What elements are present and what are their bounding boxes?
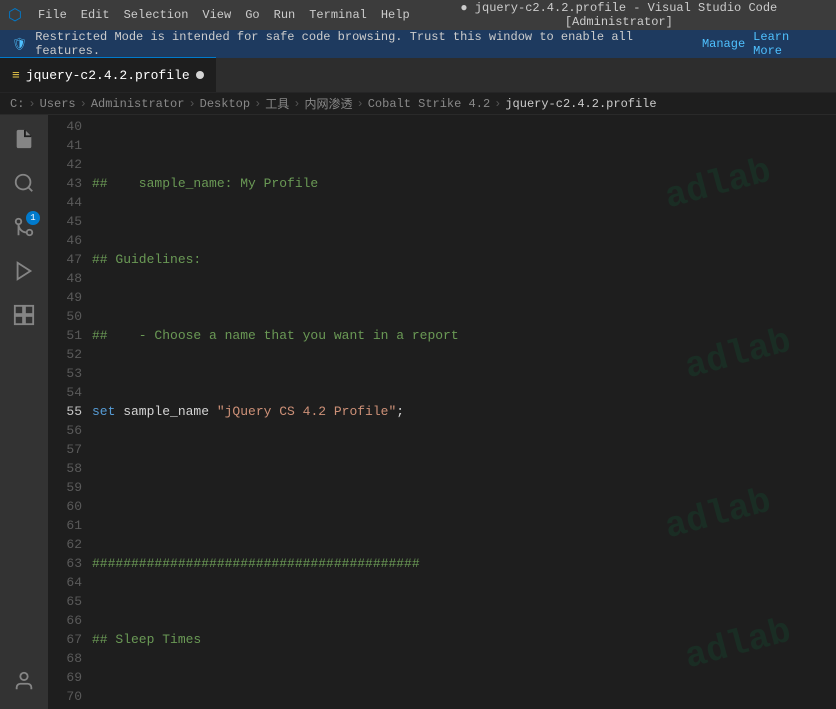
ln-69: 69 — [48, 668, 82, 687]
breadcrumb: C: › Users › Administrator › Desktop › 工… — [0, 93, 836, 115]
vertical-scrollbar[interactable] — [822, 115, 836, 709]
menu-view[interactable]: View — [202, 8, 231, 22]
shield-icon: 🛡 — [12, 37, 27, 52]
line-numbers: 40 41 42 43 44 45 46 47 48 49 50 51 52 5… — [48, 115, 88, 709]
main-content: 1 40 41 42 43 4 — [0, 115, 836, 709]
ln-70: 70 — [48, 687, 82, 706]
ln-41: 41 — [48, 136, 82, 155]
activity-debug-icon[interactable] — [4, 251, 44, 291]
ln-48: 48 — [48, 269, 82, 288]
code-line-45: ########################################… — [88, 554, 822, 573]
ln-60: 60 — [48, 497, 82, 516]
code-editor[interactable]: ## sample_name: My Profile ## Guidelines… — [88, 115, 822, 709]
activity-source-control-icon[interactable]: 1 — [4, 207, 44, 247]
code-line-46: ## Sleep Times — [88, 630, 822, 649]
ln-49: 49 — [48, 288, 82, 307]
tabbar: ≡ jquery-c2.4.2.profile — [0, 58, 836, 93]
titlebar-menus: File Edit Selection View Go Run Terminal… — [38, 8, 410, 22]
breadcrumb-pentest: 内网渗透 — [305, 95, 353, 112]
learn-more-link[interactable]: Learn More — [753, 30, 824, 58]
ln-68: 68 — [48, 649, 82, 668]
ln-44: 44 — [48, 193, 82, 212]
ln-40: 40 — [48, 117, 82, 136]
code-line-41: ## Guidelines: — [88, 250, 822, 269]
ln-63: 63 — [48, 554, 82, 573]
ln-54: 54 — [48, 383, 82, 402]
editor-tab[interactable]: ≡ jquery-c2.4.2.profile — [0, 57, 216, 92]
ln-66: 66 — [48, 611, 82, 630]
menu-go[interactable]: Go — [245, 8, 259, 22]
ln-65: 65 — [48, 592, 82, 611]
menu-help[interactable]: Help — [381, 8, 410, 22]
ln-59: 59 — [48, 478, 82, 497]
activity-bar: 1 — [0, 115, 48, 709]
vscode-icon: ⬡ — [8, 5, 22, 25]
ln-56: 56 — [48, 421, 82, 440]
ln-53: 53 — [48, 364, 82, 383]
breadcrumb-users: Users — [40, 97, 76, 111]
breadcrumb-admin: Administrator — [91, 97, 185, 111]
titlebar: ⬡ File Edit Selection View Go Run Termin… — [0, 0, 836, 30]
watermark-3: adlab — [663, 491, 772, 537]
editor-area[interactable]: 40 41 42 43 44 45 46 47 48 49 50 51 52 5… — [48, 115, 836, 709]
ln-52: 52 — [48, 345, 82, 364]
ln-50: 50 — [48, 307, 82, 326]
menu-run[interactable]: Run — [274, 8, 296, 22]
tab-modified-dot — [196, 71, 204, 79]
ln-42: 42 — [48, 155, 82, 174]
activity-search-icon[interactable] — [4, 163, 44, 203]
titlebar-title: ● jquery-c2.4.2.profile - Visual Studio … — [410, 1, 828, 29]
banner-text: Restricted Mode is intended for safe cod… — [35, 30, 694, 58]
breadcrumb-desktop: Desktop — [200, 97, 250, 111]
tab-icon: ≡ — [12, 68, 20, 83]
menu-file[interactable]: File — [38, 8, 67, 22]
manage-link[interactable]: Manage — [702, 37, 745, 51]
ln-45: 45 — [48, 212, 82, 231]
ln-55: 55 — [48, 402, 82, 421]
code-line-42: ## - Choose a name that you want in a re… — [88, 326, 822, 345]
breadcrumb-c: C: — [10, 97, 24, 111]
breadcrumb-cs: Cobalt Strike 4.2 — [368, 97, 490, 111]
menu-selection[interactable]: Selection — [124, 8, 189, 22]
ln-43: 43 — [48, 174, 82, 193]
source-control-badge: 1 — [26, 211, 40, 225]
activity-extensions-icon[interactable] — [4, 295, 44, 335]
ln-47: 47 — [48, 250, 82, 269]
ln-51: 51 — [48, 326, 82, 345]
activity-account-icon[interactable] — [4, 661, 44, 701]
titlebar-left: ⬡ File Edit Selection View Go Run Termin… — [8, 5, 410, 25]
ln-46: 46 — [48, 231, 82, 250]
ln-57: 57 — [48, 440, 82, 459]
code-line-44 — [88, 478, 822, 497]
ln-62: 62 — [48, 535, 82, 554]
code-line-40: ## sample_name: My Profile — [88, 174, 822, 193]
breadcrumb-tools: 工具 — [265, 95, 289, 112]
menu-edit[interactable]: Edit — [81, 8, 110, 22]
activity-files-icon[interactable] — [4, 119, 44, 159]
ln-61: 61 — [48, 516, 82, 535]
restricted-banner: 🛡 Restricted Mode is intended for safe c… — [0, 30, 836, 58]
ln-67: 67 — [48, 630, 82, 649]
code-line-43: set sample_name "jQuery CS 4.2 Profile"; — [88, 402, 822, 421]
tab-filename: jquery-c2.4.2.profile — [26, 68, 190, 83]
ln-64: 64 — [48, 573, 82, 592]
menu-terminal[interactable]: Terminal — [309, 8, 367, 22]
ln-58: 58 — [48, 459, 82, 478]
breadcrumb-file: jquery-c2.4.2.profile — [505, 97, 656, 111]
